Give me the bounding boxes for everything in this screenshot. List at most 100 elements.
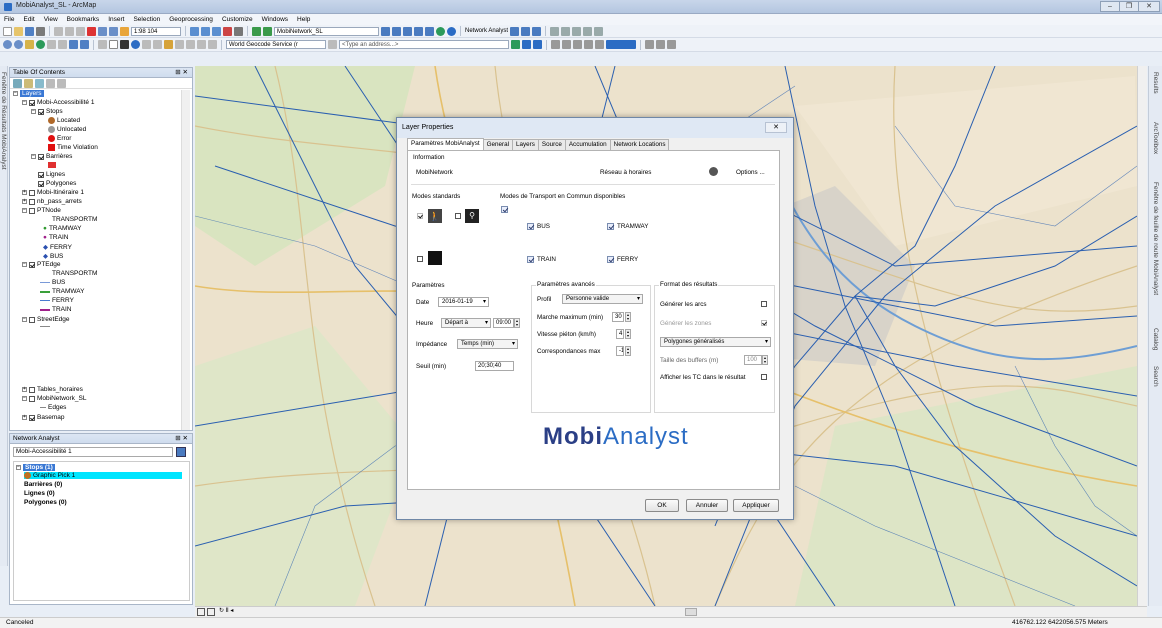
toc-ptedge[interactable]: − PTEdge [22,261,61,268]
list-by-source-icon[interactable] [24,79,33,88]
menu-windows[interactable]: Windows [262,16,288,23]
tab-parametres-mobianalyst[interactable]: Paramètres MobiAnalyst [407,138,484,150]
network-analyst-toolbar-label[interactable]: Network Analyst [465,28,508,34]
grid-tool-1-icon[interactable] [551,40,560,49]
na-stops-row[interactable]: − Stops (1) [16,464,55,471]
layout-view-icon[interactable] [197,608,205,616]
pan-icon[interactable] [25,40,34,49]
draw-tool-3-icon[interactable] [572,26,582,36]
na-graphic-pick-row[interactable]: Graphic Pick 1 [24,472,182,479]
grid-tool-3-icon[interactable] [573,40,582,49]
toc-streetedge[interactable]: − StreetEdge [22,316,70,323]
maximize-button[interactable]: ❐ [1119,1,1139,12]
mobianalyst-tool-icon[interactable] [252,26,261,36]
list-by-drawing-order-icon[interactable] [13,79,22,88]
all-tc-checkbox[interactable] [501,206,508,213]
time-slider-icon[interactable] [208,40,217,49]
na-directions-icon[interactable] [532,26,542,36]
go-to-xy-icon[interactable] [197,40,206,49]
open-icon[interactable] [14,26,23,36]
toc-root[interactable]: − Layers [13,90,44,97]
select-features-icon[interactable] [98,40,107,49]
measure-icon[interactable] [164,40,173,49]
help-icon[interactable] [447,26,456,36]
marche-input[interactable]: 30 [612,312,624,322]
forward-extent-icon[interactable] [80,40,89,49]
zoom-out-icon[interactable] [14,40,23,49]
arctoolbox-tab[interactable]: ArcToolbox [1152,122,1159,154]
corresp-input[interactable]: -1 [616,346,624,356]
copy-icon[interactable] [65,26,74,36]
ok-button[interactable]: OK [645,499,679,512]
grid-tool-4-icon[interactable] [584,40,593,49]
toc-ptnode[interactable]: − PTNode [22,207,61,214]
zones-checkbox[interactable] [761,320,767,326]
html-popup-icon[interactable] [153,40,162,49]
toc-lignes[interactable]: Lignes [38,171,65,178]
buffer-spinner[interactable]: ▴ ▾ [762,355,768,365]
draw-tool-4-icon[interactable] [583,26,593,36]
na-solve-icon[interactable] [521,26,531,36]
search-tab[interactable]: Search [1152,366,1159,387]
date-picker[interactable]: 2016-01-19 [438,297,489,307]
delete-icon[interactable] [87,26,96,36]
na-tool-4-icon[interactable] [414,26,423,36]
bus-checkbox[interactable] [527,223,534,230]
toc-layer-main[interactable]: − Mobi-Accessibilité 1 [22,99,94,106]
vitesse-input[interactable]: 4 [616,329,624,339]
undo-icon[interactable] [98,26,107,36]
marche-spinner[interactable]: ▴ ▾ [625,312,631,322]
tramway-checkbox[interactable] [607,223,614,230]
redo-icon[interactable] [109,26,118,36]
route-sheet-tab[interactable]: Fenêtre de feuille de route MobiAnalyst [1152,182,1159,295]
heure-input[interactable]: 09:00 [493,318,514,328]
clear-selection-icon[interactable] [109,40,118,49]
na-tool-3-icon[interactable] [403,26,412,36]
na-tool-5-icon[interactable] [425,26,434,36]
fixed-zoom-out-icon[interactable] [58,40,67,49]
find-icon[interactable] [175,40,184,49]
afficher-checkbox[interactable] [761,374,767,380]
na-layer-select[interactable]: Mobi-Accessibilité 1 [13,447,173,457]
tab-layers[interactable]: Layers [512,139,539,150]
toc-options-icon[interactable] [57,79,66,88]
walk-checkbox[interactable] [417,213,423,219]
paste-icon[interactable] [76,26,85,36]
grid-tool-2-icon[interactable] [562,40,571,49]
mobi-tool-2-icon[interactable] [533,40,542,49]
arcs-checkbox[interactable] [761,301,767,307]
minimize-button[interactable]: – [1100,1,1120,12]
menu-geoprocessing[interactable]: Geoprocessing [169,16,213,23]
globe-icon[interactable] [436,26,445,36]
na-tool-2-icon[interactable] [392,26,401,36]
grid-tool-5-icon[interactable] [595,40,604,49]
toc-mobi-itineraire[interactable]: + Mobi-Itinéraire 1 [22,189,84,196]
fixed-zoom-in-icon[interactable] [47,40,56,49]
arctoolbox-icon[interactable] [223,26,232,36]
toc-nb-pass[interactable]: + nb_pass_arrets [22,198,82,205]
mobi-tool-1-icon[interactable] [522,40,531,49]
pin-close-icon[interactable]: ⊞ ✕ [175,68,188,78]
menu-file[interactable]: File [4,16,14,23]
menu-selection[interactable]: Selection [133,16,160,23]
cut-icon[interactable] [54,26,63,36]
editor-icon[interactable] [190,26,199,36]
layout-tool-3-icon[interactable] [667,40,676,49]
geocode-icon[interactable] [328,40,337,49]
tab-accumulation[interactable]: Accumulation [564,139,611,150]
menu-customize[interactable]: Customize [222,16,253,23]
select-elements-icon[interactable] [120,40,129,49]
menu-view[interactable]: View [44,16,58,23]
tab-source[interactable]: Source [537,139,566,150]
full-extent-icon[interactable] [36,40,45,49]
layout-tool-1-icon[interactable] [645,40,654,49]
hyperlink-icon[interactable] [142,40,151,49]
catalog-icon[interactable] [212,26,221,36]
menu-bookmarks[interactable]: Bookmarks [67,16,100,23]
close-window-button[interactable]: ✕ [1138,1,1160,12]
menu-insert[interactable]: Insert [108,16,124,23]
na-lignes-row[interactable]: Lignes (0) [24,490,55,497]
toc-scrollbar[interactable] [181,90,190,430]
identify-icon[interactable] [131,40,140,49]
zoom-in-icon[interactable] [3,40,12,49]
